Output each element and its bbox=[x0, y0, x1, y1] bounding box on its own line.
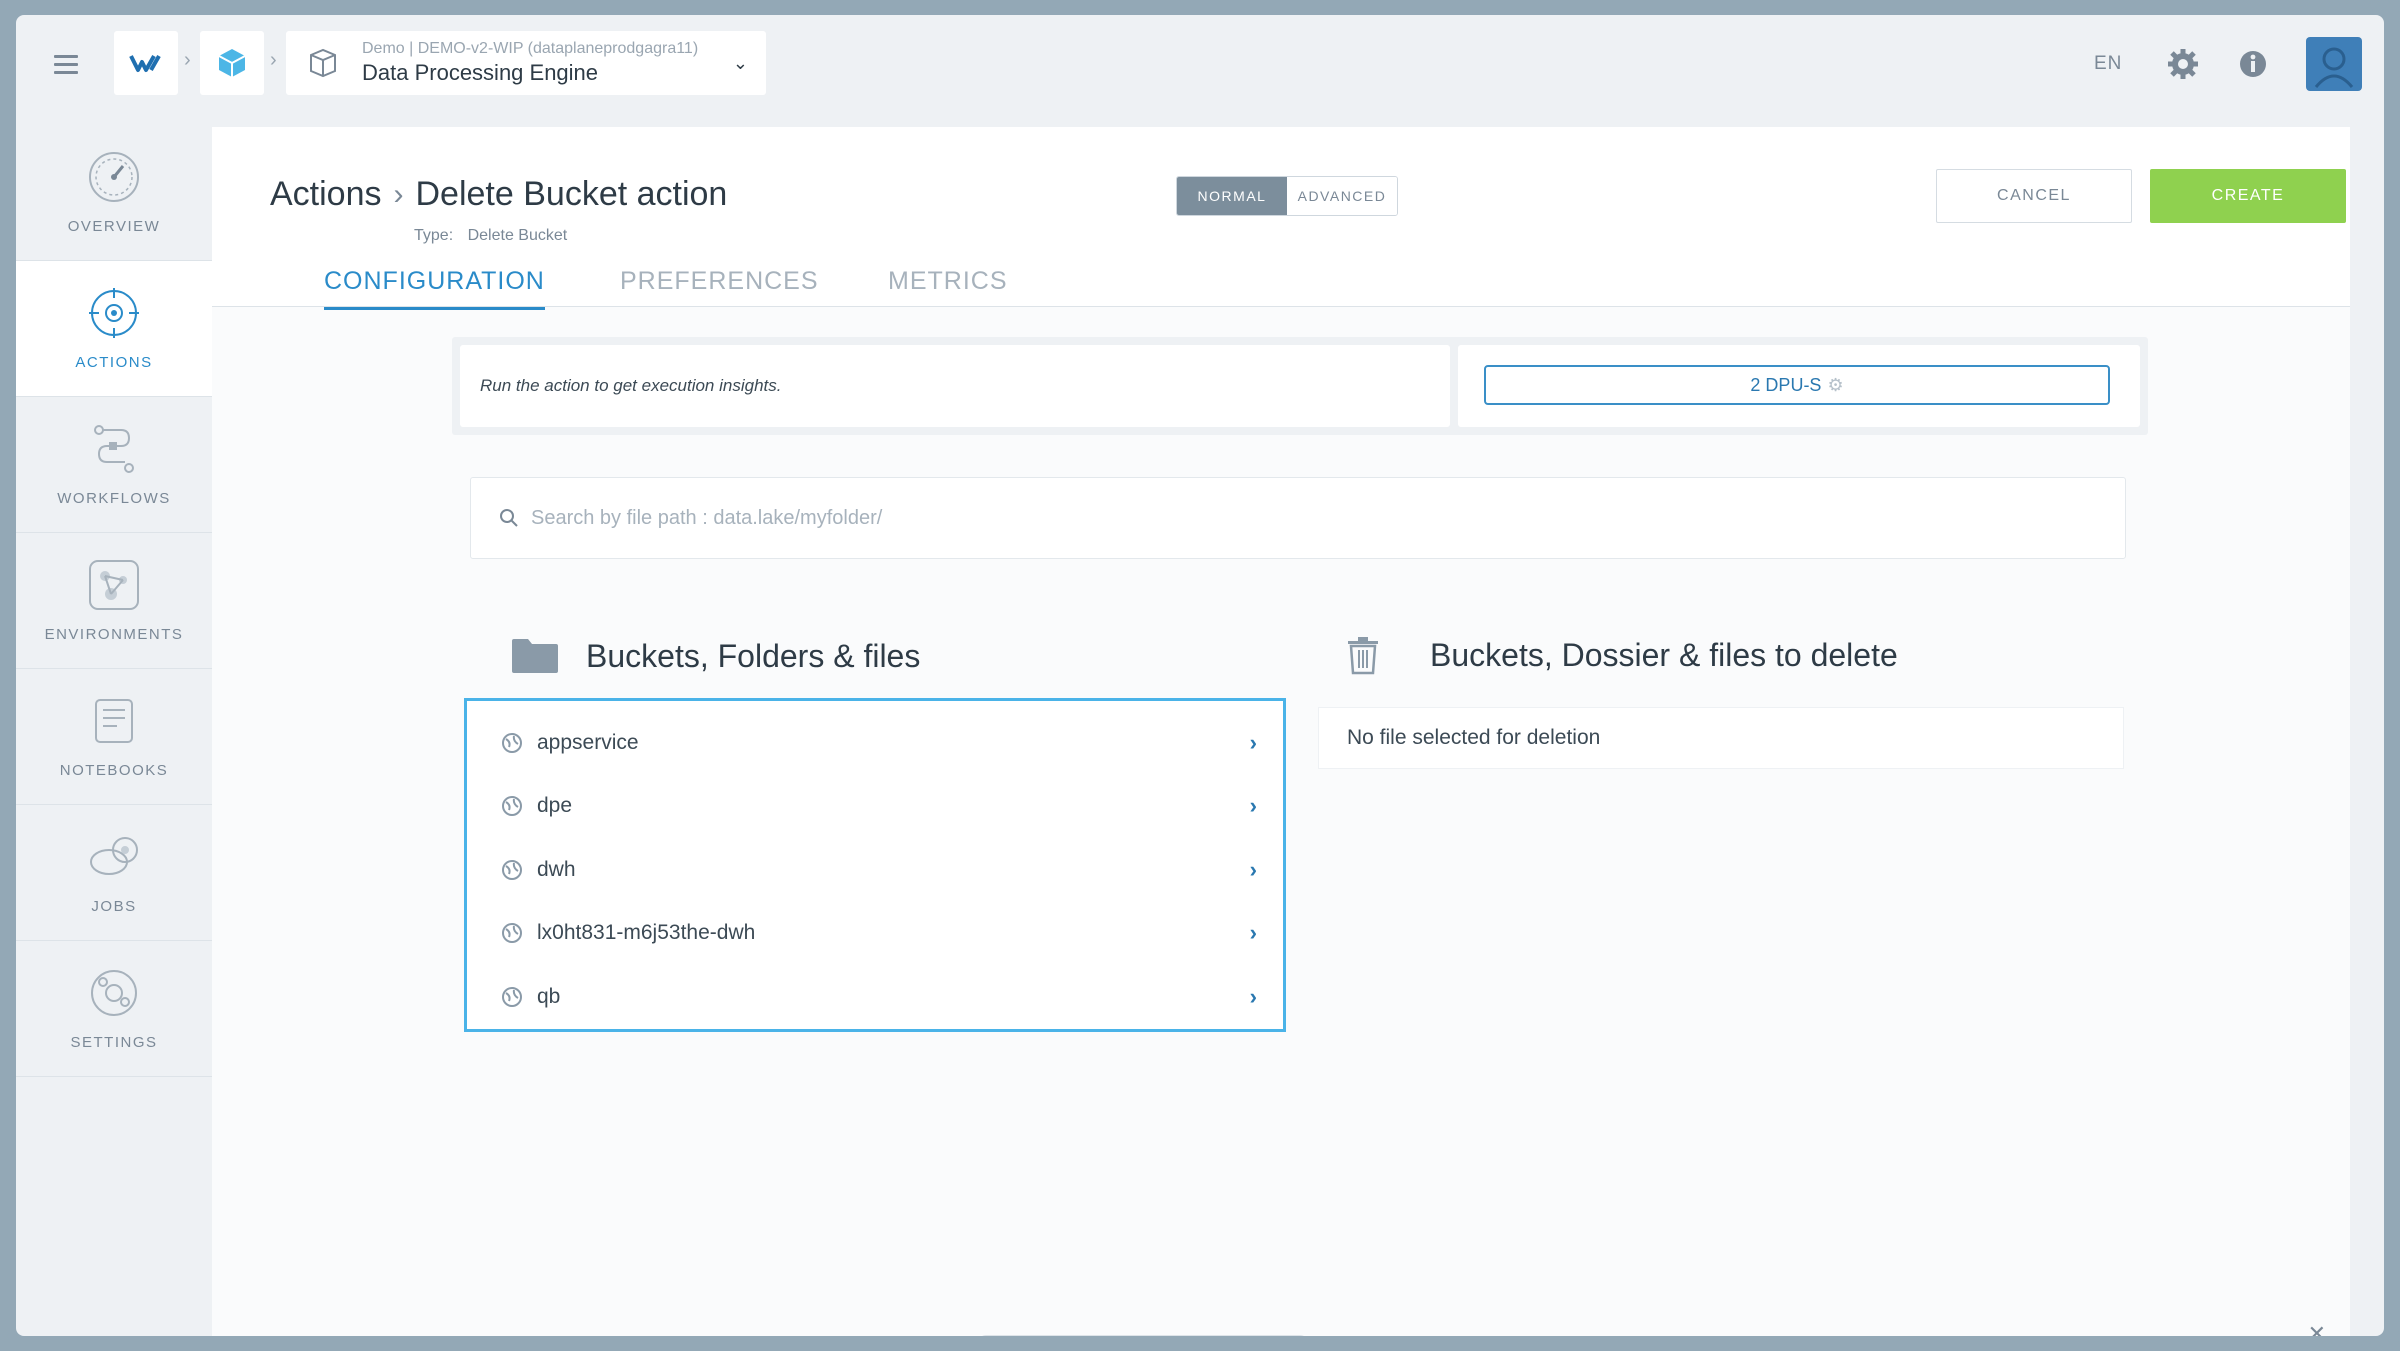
list-item-label: dpe bbox=[537, 794, 573, 818]
source-title: Buckets, Folders & files bbox=[586, 637, 921, 674]
app-window: › › Demo | DEMO-v2-WIP (dataplaneprodgag… bbox=[16, 15, 2384, 1336]
chevron-right-icon[interactable]: › bbox=[1250, 730, 1257, 756]
project-subtitle: Demo | DEMO-v2-WIP (dataplaneprodgagra11… bbox=[362, 40, 699, 57]
delete-list: No file selected for deletion bbox=[1318, 707, 2124, 769]
network-icon bbox=[89, 560, 139, 610]
project-title: Data Processing Engine bbox=[362, 60, 599, 85]
project-selector[interactable]: Demo | DEMO-v2-WIP (dataplaneprodgagra11… bbox=[286, 31, 766, 95]
chevron-right-icon[interactable]: › bbox=[1250, 920, 1257, 946]
sidebar-item-actions[interactable]: ACTIONS bbox=[16, 261, 216, 397]
page-title: Delete Bucket action bbox=[415, 175, 728, 213]
target-title: Buckets, Dossier & files to delete bbox=[1430, 636, 1898, 673]
menu-icon[interactable] bbox=[54, 55, 78, 75]
breadcrumb-parent[interactable]: Actions bbox=[270, 175, 382, 214]
sidebar-item-label: OVERVIEW bbox=[67, 218, 161, 235]
breadcrumb-separator-icon: › bbox=[270, 49, 277, 71]
target-column-header: Buckets, Dossier & files to delete bbox=[1346, 635, 1898, 675]
mode-normal-button[interactable]: NORMAL bbox=[1177, 177, 1287, 215]
dpu-panel: 2 DPU-S ⚙ bbox=[1458, 345, 2140, 427]
chevron-right-icon: › bbox=[393, 177, 404, 211]
insights-bar: Run the action to get execution insights… bbox=[452, 337, 2148, 435]
cube-icon bbox=[218, 49, 246, 77]
list-item-label: qb bbox=[537, 984, 561, 1008]
sidebar-item-label: WORKFLOWS bbox=[57, 490, 171, 507]
jobs-icon bbox=[90, 837, 138, 875]
insights-text: Run the action to get execution insights… bbox=[460, 345, 1450, 427]
globe-icon bbox=[502, 859, 522, 880]
breadcrumb: Actions › Delete Bucket action bbox=[270, 175, 727, 214]
list-item[interactable]: appservice › bbox=[467, 711, 1283, 775]
chevron-right-icon[interactable]: › bbox=[1250, 984, 1257, 1010]
gear-icon[interactable] bbox=[2166, 47, 2200, 81]
empty-state-text: No file selected for deletion bbox=[1347, 726, 1601, 749]
type-label: Type: bbox=[414, 227, 454, 244]
brand-logo-icon bbox=[129, 55, 161, 72]
globe-icon bbox=[502, 732, 522, 753]
main-panel: Actions › Delete Bucket action Type: Del… bbox=[212, 127, 2350, 1336]
box-icon bbox=[310, 48, 336, 78]
globe-icon bbox=[502, 796, 522, 817]
sidebar-item-notebooks[interactable]: NOTEBOOKS bbox=[16, 669, 212, 805]
globe-icon bbox=[502, 923, 522, 944]
search-bar bbox=[470, 477, 2126, 559]
tab-metrics[interactable]: METRICS bbox=[888, 267, 1008, 296]
speedometer-icon bbox=[89, 152, 139, 202]
sidebar-item-label: NOTEBOOKS bbox=[59, 762, 169, 779]
breadcrumb-separator-icon: › bbox=[184, 49, 191, 71]
sidebar-item-label: ENVIRONMENTS bbox=[44, 626, 184, 643]
user-icon bbox=[2314, 47, 2354, 88]
globe-icon bbox=[502, 986, 522, 1007]
close-icon[interactable]: ✕ bbox=[2308, 1321, 2326, 1336]
action-type: Type: Delete Bucket bbox=[414, 227, 567, 245]
settings-icon bbox=[91, 970, 137, 1016]
mode-toggle: NORMAL ADVANCED bbox=[1176, 176, 1398, 216]
list-item[interactable]: qb › bbox=[467, 965, 1283, 1029]
file-list: appservice › dpe › dwh › lx0ht831-m6j53t… bbox=[464, 698, 1286, 1032]
tab-preferences[interactable]: PREFERENCES bbox=[620, 267, 819, 296]
chevron-down-icon[interactable]: ⌄ bbox=[733, 53, 748, 74]
search-input[interactable] bbox=[531, 506, 2031, 530]
list-item[interactable]: dpe › bbox=[467, 775, 1283, 839]
top-bar: › › Demo | DEMO-v2-WIP (dataplaneprodgag… bbox=[16, 15, 2384, 125]
list-item-label: appservice bbox=[537, 730, 639, 754]
notebook-icon bbox=[95, 699, 133, 743]
source-column-header: Buckets, Folders & files bbox=[510, 637, 920, 675]
datalake-button[interactable] bbox=[200, 31, 264, 95]
bottom-drawer-handle[interactable] bbox=[978, 1335, 1308, 1336]
sidebar-item-label: ACTIONS bbox=[75, 354, 153, 371]
sidebar-item-label: JOBS bbox=[91, 898, 137, 915]
avatar[interactable] bbox=[2306, 37, 2362, 91]
create-button[interactable]: CREATE bbox=[2150, 169, 2346, 223]
workflow-icon bbox=[94, 425, 134, 473]
info-icon[interactable] bbox=[2236, 47, 2270, 81]
language-selector[interactable]: EN bbox=[2094, 53, 2122, 75]
sidebar-item-environments[interactable]: ENVIRONMENTS bbox=[16, 533, 212, 669]
chevron-right-icon[interactable]: › bbox=[1250, 793, 1257, 819]
list-item-label: lx0ht831-m6j53the-dwh bbox=[537, 921, 756, 945]
sidebar-item-workflows[interactable]: WORKFLOWS bbox=[16, 397, 212, 533]
sidebar-item-overview[interactable]: OVERVIEW bbox=[16, 125, 212, 261]
search-icon bbox=[500, 509, 518, 527]
mode-advanced-button[interactable]: ADVANCED bbox=[1287, 177, 1397, 215]
gear-icon: ⚙ bbox=[1827, 375, 1844, 395]
chevron-right-icon[interactable]: › bbox=[1250, 857, 1257, 883]
dpu-label: 2 DPU-S bbox=[1750, 375, 1822, 395]
page-header: Actions › Delete Bucket action Type: Del… bbox=[212, 127, 2350, 310]
dpu-button[interactable]: 2 DPU-S ⚙ bbox=[1484, 365, 2110, 405]
sidebar: OVERVIEW ACTIONS WORKFLOWS ENVIRONMENTS … bbox=[16, 125, 216, 1100]
target-icon bbox=[89, 288, 139, 338]
sidebar-item-settings[interactable]: SETTINGS bbox=[16, 941, 212, 1077]
sidebar-item-jobs[interactable]: JOBS bbox=[16, 805, 212, 941]
sidebar-item-label: SETTINGS bbox=[70, 1034, 158, 1051]
list-item[interactable]: lx0ht831-m6j53the-dwh › bbox=[467, 902, 1283, 966]
type-value: Delete Bucket bbox=[467, 227, 568, 244]
cancel-button[interactable]: CANCEL bbox=[1936, 169, 2132, 223]
logo-button[interactable] bbox=[114, 31, 178, 95]
list-item[interactable]: dwh › bbox=[467, 838, 1283, 902]
folder-icon bbox=[512, 639, 558, 673]
trash-icon bbox=[1348, 637, 1378, 675]
list-item-label: dwh bbox=[537, 857, 576, 881]
tab-configuration[interactable]: CONFIGURATION bbox=[324, 267, 545, 310]
